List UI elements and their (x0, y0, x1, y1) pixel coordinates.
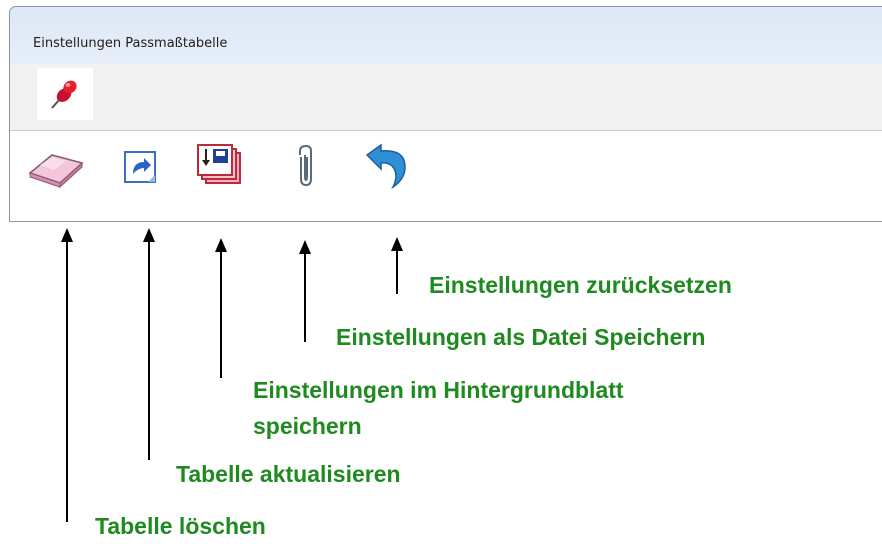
callout-delete-table: Tabelle löschen (95, 513, 266, 539)
callout-reset-settings: Einstellungen zurücksetzen (429, 272, 732, 298)
callout-save-settings-file: Einstellungen als Datei Speichern (336, 324, 706, 350)
callout-save-settings-sheet: Einstellungen im Hintergrundblatt (253, 377, 624, 403)
callout-save-settings-sheet-line2: speichern (253, 413, 362, 439)
callout-update-table: Tabelle aktualisieren (176, 461, 401, 487)
